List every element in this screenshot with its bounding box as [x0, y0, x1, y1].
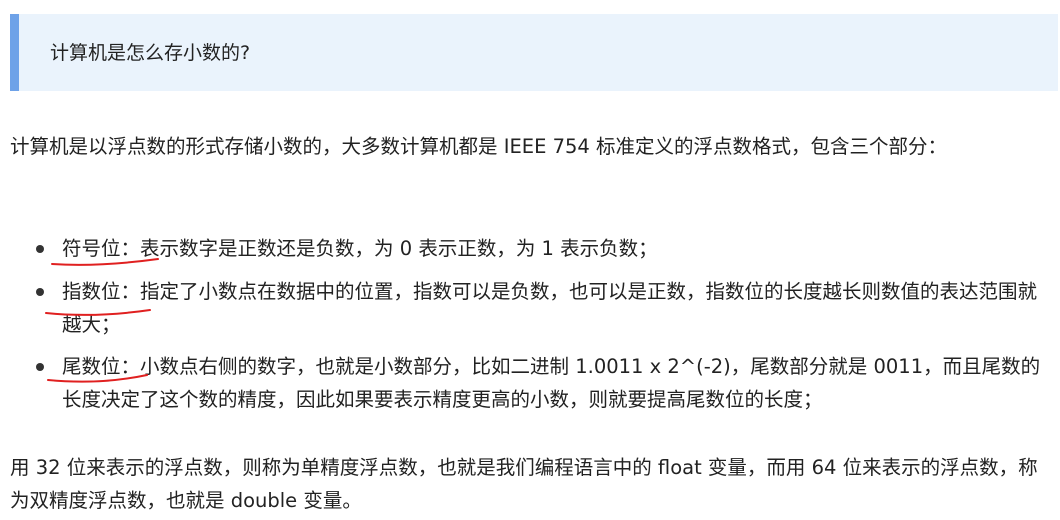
- term-sign-bit: 符号位：: [62, 237, 141, 260]
- list-item-mantissa-bits: 尾数位：小数点右侧的数字，也就是小数部分，比如二进制 1.0011 x 2^(-…: [0, 350, 1060, 416]
- intro-paragraph: 计算机是以浮点数的形式存储小数的，大多数计算机都是 IEEE 754 标准定义的…: [10, 135, 948, 158]
- question-callout: 计算机是怎么存小数的?: [10, 14, 1058, 91]
- outro-paragraph: 用 32 位来表示的浮点数，则称为单精度浮点数，也就是我们编程语言中的 floa…: [10, 456, 1038, 512]
- list-item-sign-bit: 符号位：表示数字是正数还是负数，为 0 表示正数，为 1 表示负数；: [0, 232, 1060, 265]
- bullet-dot-icon: [36, 245, 44, 253]
- list-item-exponent-bits: 指数位：指定了小数点在数据中的位置，指数可以是负数，也可以是正数，指数位的长度越…: [0, 275, 1060, 341]
- desc-exponent-bits: 指定了小数点在数据中的位置，指数可以是负数，也可以是正数，指数位的长度越长则数值…: [62, 280, 1038, 336]
- bullet-dot-icon: [36, 363, 44, 371]
- desc-mantissa-bits: 小数点右侧的数字，也就是小数部分，比如二进制 1.0011 x 2^(-2)，尾…: [62, 355, 1041, 411]
- term-exponent-bits: 指数位：: [62, 280, 141, 303]
- desc-sign-bit: 表示数字是正数还是负数，为 0 表示正数，为 1 表示负数；: [140, 237, 658, 260]
- callout-text: 计算机是怎么存小数的?: [50, 42, 251, 64]
- bullet-list: 符号位：表示数字是正数还是负数，为 0 表示正数，为 1 表示负数； 指数位：指…: [0, 232, 1060, 416]
- bullet-dot-icon: [36, 288, 44, 296]
- term-mantissa-bits: 尾数位：: [62, 355, 141, 378]
